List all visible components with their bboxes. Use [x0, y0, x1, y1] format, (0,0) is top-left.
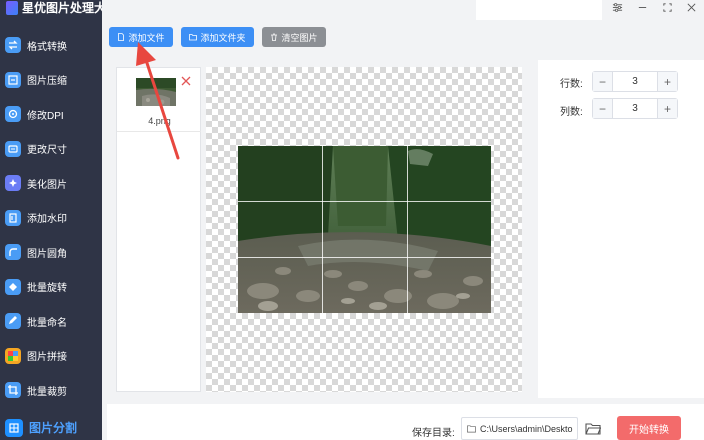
close-window-icon[interactable] — [682, 0, 700, 14]
cols-label: 列数: — [560, 107, 583, 118]
add-file-label: 添加文件 — [128, 32, 165, 43]
resize-icon — [5, 140, 21, 157]
trash-icon — [271, 33, 278, 41]
app-title: 星优图片处理大师 — [0, 0, 102, 22]
beautify-icon — [5, 175, 21, 192]
sidebar-item-watermark[interactable]: 添加水印 — [0, 201, 102, 236]
folder-icon — [467, 425, 476, 433]
river-forest-photo — [238, 146, 491, 313]
watermark-icon — [5, 209, 21, 226]
browse-folder-icon[interactable] — [585, 422, 602, 436]
file-thumbnail[interactable] — [136, 78, 176, 106]
split-line-vertical — [407, 146, 408, 313]
settings-sliders-icon[interactable] — [608, 0, 626, 14]
file-icon — [118, 33, 125, 41]
folder-icon — [189, 34, 198, 41]
sidebar-nav: 格式转换图片压缩修改DPI 更改尺寸美化图片添加水印图片圆角批量旋转批量命名图片拼… — [0, 28, 102, 440]
rounded-corner-icon — [5, 244, 21, 261]
sidebar-item-beautify[interactable]: 美化图片 — [0, 166, 102, 201]
preview-image — [238, 146, 491, 313]
image-preview — [206, 67, 522, 392]
sidebar-item-rename[interactable]: 批量命名 — [0, 304, 102, 339]
add-folder-button[interactable]: 添加文件夹 — [181, 27, 254, 47]
app-title-text: 星优图片处理大师 — [22, 0, 102, 15]
sidebar-item-label: 美化图片 — [27, 179, 67, 191]
clear-images-button[interactable]: 清空图片 — [262, 27, 326, 47]
sidebar-item-label: 图片拼接 — [27, 352, 67, 364]
sidebar-item-split[interactable]: 图片分割 — [0, 408, 102, 440]
sidebar-item-label: 批量旋转 — [27, 283, 67, 295]
save-path-text: C:\Users\admin\Deskto — [480, 423, 573, 434]
sidebar-item-label: 批量命名 — [27, 317, 67, 329]
split-line-horizontal — [238, 257, 491, 258]
sidebar-item-label: 图片压缩 — [27, 76, 67, 88]
rows-decrement-button[interactable]: − — [593, 72, 613, 91]
clear-images-label: 清空图片 — [281, 32, 318, 43]
cols-decrement-button[interactable]: − — [593, 99, 613, 118]
window-titlebar — [102, 0, 704, 22]
dpi-icon — [5, 106, 21, 123]
file-name: 4.png — [148, 116, 171, 126]
sidebar-item-compress[interactable]: 图片压缩 — [0, 63, 102, 98]
cols-stepper: − + — [592, 98, 678, 119]
remove-file-icon[interactable] — [180, 75, 192, 87]
sidebar-item-resize[interactable]: 更改尺寸 — [0, 132, 102, 167]
sidebar-item-rounded-corner[interactable]: 图片圆角 — [0, 235, 102, 270]
crop-icon — [5, 382, 21, 399]
maximize-icon[interactable] — [658, 0, 676, 14]
minimize-icon[interactable] — [633, 0, 651, 14]
file-list-panel: 4.png — [116, 67, 201, 392]
rename-icon — [5, 313, 21, 330]
cols-input[interactable] — [613, 99, 657, 118]
split-icon — [5, 418, 23, 437]
sidebar-item-label: 格式转换 — [27, 41, 67, 53]
sidebar-item-label: 更改尺寸 — [27, 145, 67, 157]
sidebar: 星优图片处理大师 格式转换图片压缩修改DPI 更改尺寸美化图片添加水印图片圆角批量… — [0, 0, 102, 440]
sidebar-item-crop[interactable]: 批量裁剪 — [0, 373, 102, 408]
save-dir-label: 保存目录: — [412, 428, 455, 439]
split-line-horizontal — [238, 201, 491, 202]
sidebar-item-label: 添加水印 — [27, 214, 67, 226]
file-separator — [117, 131, 201, 132]
format-convert-icon — [5, 37, 21, 54]
rows-increment-button[interactable]: + — [657, 72, 677, 91]
save-path-field[interactable]: C:\Users\admin\Deskto — [461, 417, 578, 440]
stitch-icon — [5, 347, 21, 364]
cols-increment-button[interactable]: + — [657, 99, 677, 118]
rows-stepper: − + — [592, 71, 678, 92]
rows-label: 行数: — [560, 79, 583, 90]
rows-input[interactable] — [613, 72, 657, 91]
compress-icon — [5, 71, 21, 88]
sidebar-item-label: 批量裁剪 — [27, 386, 67, 398]
sidebar-item-rotate[interactable]: 批量旋转 — [0, 270, 102, 305]
sidebar-item-label: 修改DPI — [27, 110, 64, 122]
rotate-icon — [5, 278, 21, 295]
sidebar-item-dpi[interactable]: 修改DPI — [0, 97, 102, 132]
split-line-vertical — [322, 146, 323, 313]
bottom-bar: 保存目录: C:\Users\admin\Deskto 开始转换 — [107, 404, 704, 440]
app-logo-icon — [6, 1, 18, 15]
top-blank-field — [476, 0, 602, 20]
split-settings-panel: 行数: − + 列数: − + — [538, 60, 704, 398]
start-convert-button[interactable]: 开始转换 — [617, 416, 681, 440]
add-folder-label: 添加文件夹 — [200, 32, 246, 43]
add-file-button[interactable]: 添加文件 — [109, 27, 173, 47]
sidebar-item-stitch[interactable]: 图片拼接 — [0, 339, 102, 374]
sidebar-item-format-convert[interactable]: 格式转换 — [0, 28, 102, 63]
sidebar-item-label: 图片分割 — [29, 421, 78, 435]
sidebar-item-label: 图片圆角 — [27, 248, 67, 260]
